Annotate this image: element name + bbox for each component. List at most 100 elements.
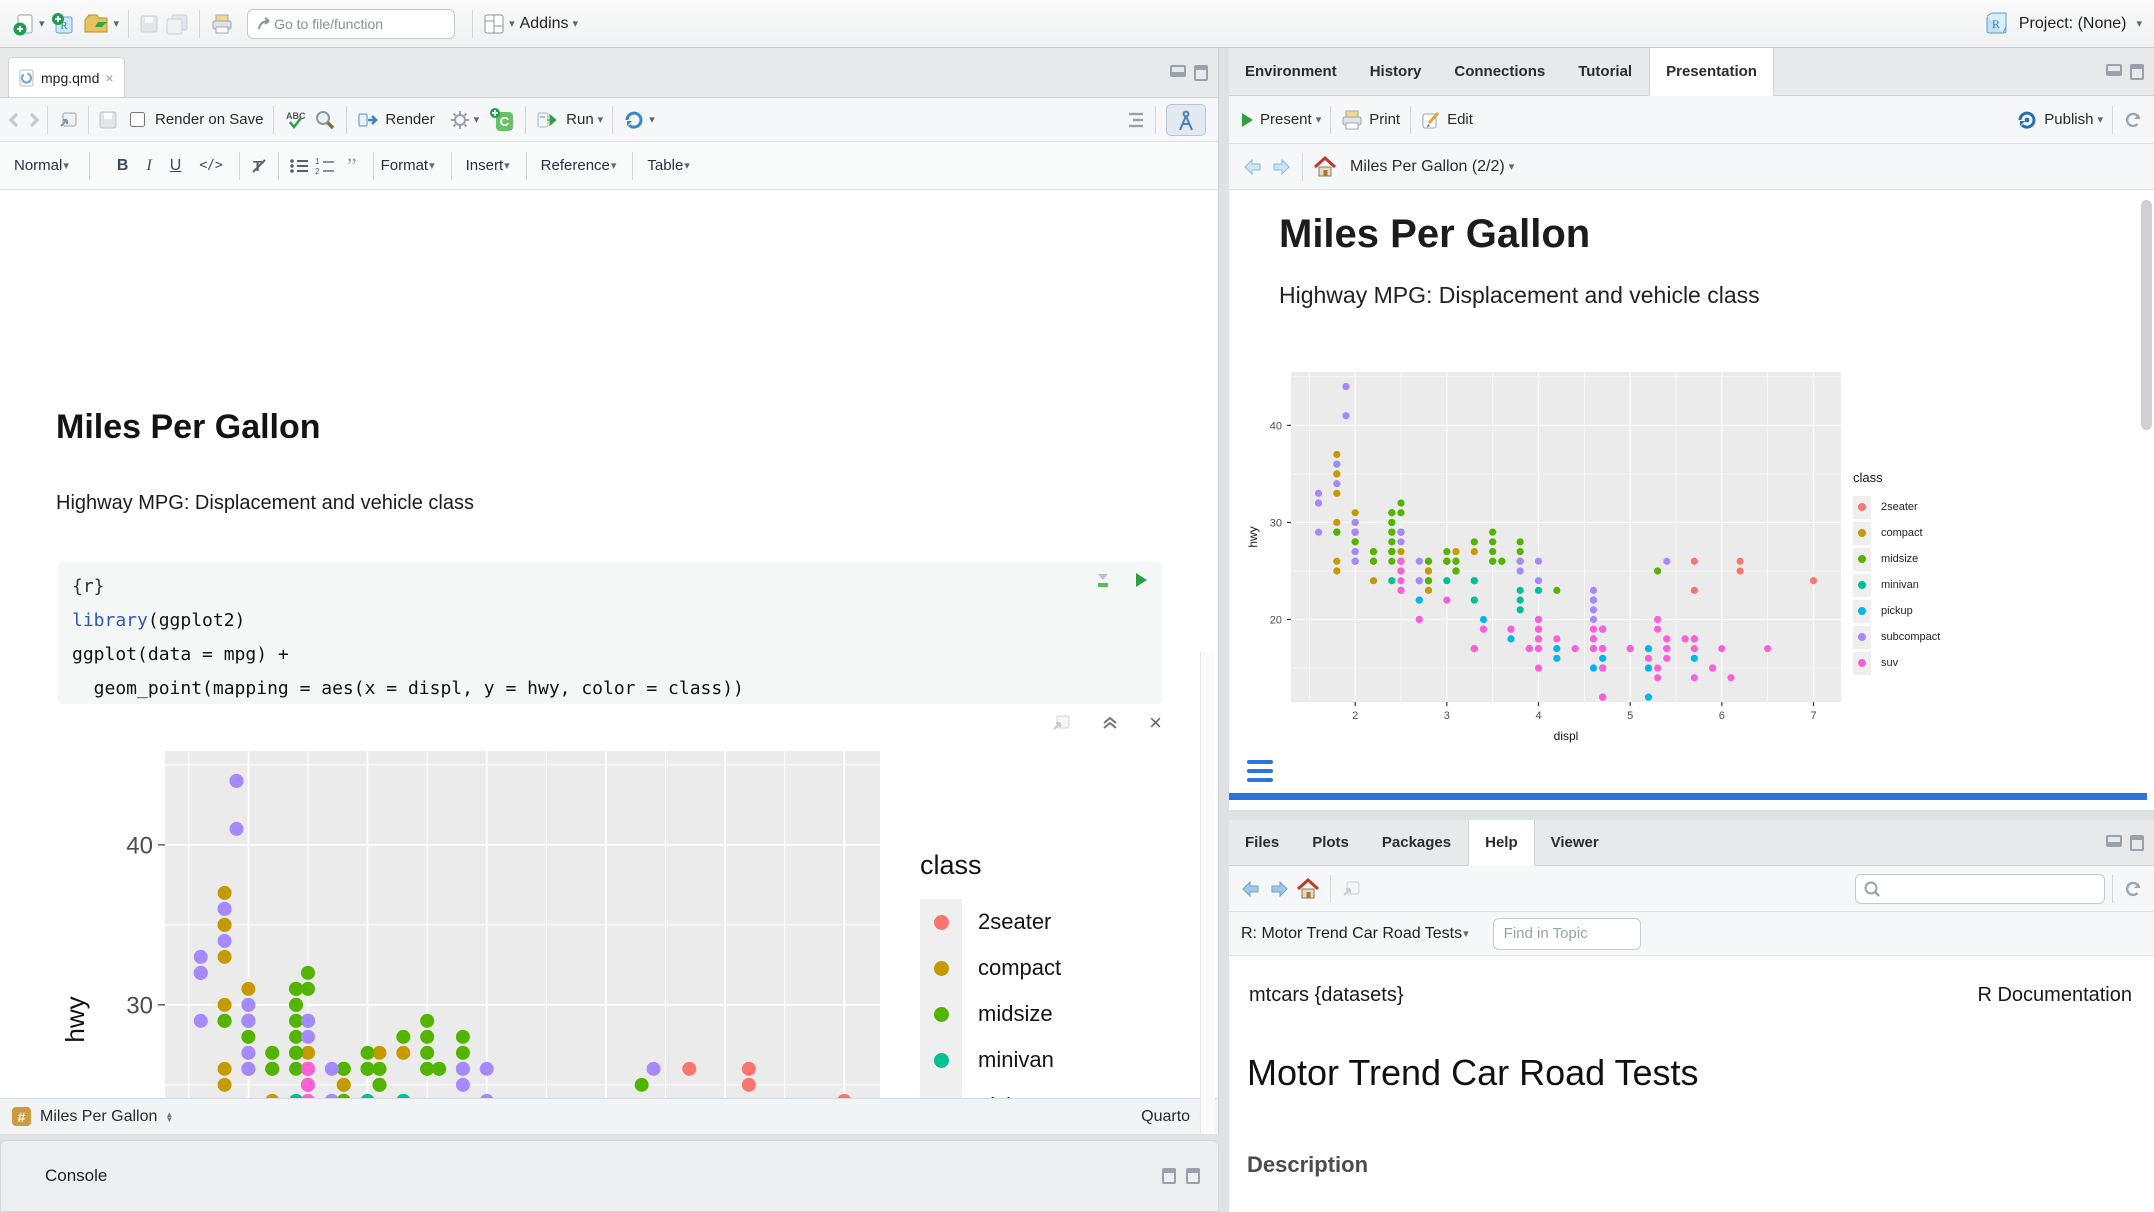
- output-collapse-icon[interactable]: [1101, 715, 1119, 731]
- print-icon[interactable]: [210, 9, 234, 39]
- present-caret[interactable]: ▾: [1316, 113, 1322, 126]
- help-topic-caret[interactable]: ▾: [1463, 927, 1469, 940]
- minimize-pane-icon[interactable]: [2106, 64, 2122, 76]
- popout-window-icon[interactable]: [58, 105, 78, 135]
- console-header[interactable]: Console: [1, 1141, 1218, 1211]
- tab-tutorial[interactable]: Tutorial: [1562, 48, 1649, 95]
- new-project-icon[interactable]: R: [50, 9, 76, 39]
- editor-scrollbar[interactable]: [1200, 652, 1215, 1134]
- present-icon[interactable]: [1240, 105, 1254, 135]
- presentation-scrollbar[interactable]: [2141, 200, 2152, 760]
- render-on-save-checkbox[interactable]: [130, 112, 145, 127]
- goto-file-search[interactable]: [247, 9, 455, 39]
- nav-forward-icon[interactable]: [1270, 152, 1292, 182]
- clear-formatting-icon[interactable]: T: [250, 151, 268, 181]
- run-chunk-icon[interactable]: [1134, 572, 1148, 590]
- addins-menu[interactable]: Addins: [520, 15, 569, 33]
- output-close-icon[interactable]: ×: [1149, 716, 1162, 730]
- insert-chunk-icon[interactable]: C: [489, 105, 515, 135]
- run-icon[interactable]: [536, 105, 560, 135]
- tab-help[interactable]: Help: [1468, 820, 1535, 866]
- project-menu[interactable]: R Project: (None) ▾: [1984, 11, 2144, 37]
- section-navigator[interactable]: Miles Per Gallon: [40, 1108, 157, 1126]
- gear-icon[interactable]: [450, 105, 470, 135]
- publish-icon[interactable]: [2016, 105, 2038, 135]
- tab-plots[interactable]: Plots: [1296, 820, 1366, 865]
- render-icon[interactable]: [357, 105, 379, 135]
- italic-button[interactable]: I: [146, 157, 151, 175]
- run-button[interactable]: Run: [566, 111, 594, 128]
- publish-button[interactable]: Publish: [2044, 111, 2093, 128]
- paragraph-style-select[interactable]: Normal: [14, 157, 62, 174]
- run-chunks-above-icon[interactable]: [1094, 572, 1112, 590]
- rerun-source-icon[interactable]: [623, 105, 645, 135]
- find-in-topic-input[interactable]: [1493, 918, 1641, 950]
- home-icon[interactable]: [1313, 152, 1337, 182]
- refresh-icon[interactable]: [2123, 105, 2143, 135]
- tab-mpg-qmd[interactable]: mpg.qmd ×: [8, 57, 125, 97]
- help-document[interactable]: mtcars {datasets} R Documentation Motor …: [1229, 956, 2154, 1212]
- output-popout-icon[interactable]: [1051, 714, 1071, 732]
- minimize-pane-icon[interactable]: [1170, 65, 1186, 77]
- run-caret[interactable]: ▾: [598, 113, 604, 126]
- tab-presentation[interactable]: Presentation: [1649, 48, 1774, 96]
- help-topic-selector[interactable]: R: Motor Trend Car Road Tests: [1241, 925, 1462, 943]
- bullet-list-icon[interactable]: [289, 151, 309, 181]
- present-button[interactable]: Present: [1260, 111, 1312, 128]
- tab-close-icon[interactable]: ×: [105, 70, 113, 86]
- help-popout-icon[interactable]: [1341, 874, 1361, 904]
- maximize-pane-icon[interactable]: [2130, 64, 2144, 80]
- render-button[interactable]: Render: [385, 111, 434, 128]
- help-back-icon[interactable]: [1240, 874, 1262, 904]
- help-home-icon[interactable]: [1296, 874, 1320, 904]
- insert-menu[interactable]: Insert: [466, 157, 504, 174]
- tab-packages[interactable]: Packages: [1366, 820, 1468, 865]
- panes-layout-icon[interactable]: [483, 9, 505, 39]
- visual-editor-toggle[interactable]: [1166, 104, 1206, 136]
- section-nav-arrows-icon[interactable]: ▲▼: [165, 1112, 173, 1122]
- tab-files[interactable]: Files: [1229, 820, 1296, 865]
- insert-menu-caret[interactable]: ▾: [504, 159, 510, 172]
- tab-environment[interactable]: Environment: [1229, 48, 1354, 95]
- doc-mode-selector[interactable]: Quarto: [1141, 1108, 1190, 1126]
- slide-navigator[interactable]: Miles Per Gallon (2/2): [1350, 158, 1505, 176]
- minimize-pane-icon[interactable]: [2106, 835, 2122, 847]
- visual-editor-document[interactable]: Miles Per Gallon Highway MPG: Displaceme…: [0, 190, 1218, 1098]
- spellcheck-icon[interactable]: ABC: [284, 105, 308, 135]
- print-button[interactable]: Print: [1369, 111, 1400, 128]
- publish-caret[interactable]: ▾: [2097, 113, 2103, 126]
- table-menu[interactable]: Table: [647, 157, 683, 174]
- maximize-pane-icon[interactable]: [2130, 835, 2144, 851]
- numbered-list-icon[interactable]: 12: [315, 151, 335, 181]
- rerun-caret[interactable]: ▾: [649, 113, 655, 126]
- console-popout-icon[interactable]: [1162, 1168, 1176, 1184]
- save-icon[interactable]: [99, 105, 117, 135]
- addins-caret[interactable]: ▾: [573, 17, 579, 30]
- format-menu-caret[interactable]: ▾: [429, 159, 435, 172]
- slide-navigator-caret[interactable]: ▾: [1509, 160, 1515, 173]
- console-maximize-icon[interactable]: [1186, 1168, 1200, 1184]
- help-search-input[interactable]: [1887, 881, 2087, 897]
- find-replace-icon[interactable]: [314, 105, 336, 135]
- tab-history[interactable]: History: [1354, 48, 1439, 95]
- panes-layout-caret[interactable]: ▾: [509, 17, 515, 30]
- help-search-box[interactable]: [1855, 874, 2105, 904]
- tab-connections[interactable]: Connections: [1438, 48, 1562, 95]
- underline-button[interactable]: U: [170, 157, 182, 175]
- outline-toggle-icon[interactable]: [1125, 105, 1145, 135]
- print-icon[interactable]: [1341, 105, 1363, 135]
- back-icon[interactable]: [11, 105, 21, 135]
- blockquote-icon[interactable]: ”: [347, 161, 357, 171]
- help-refresh-icon[interactable]: [2123, 874, 2143, 904]
- tab-viewer[interactable]: Viewer: [1535, 820, 1616, 865]
- slide-menu-icon[interactable]: [1247, 760, 1273, 782]
- reference-menu[interactable]: Reference: [541, 157, 610, 174]
- r-code-chunk[interactable]: {r} library(ggplot2) ggplot(data = mpg) …: [58, 562, 1162, 704]
- code-button[interactable]: </>: [199, 158, 222, 173]
- bold-button[interactable]: B: [117, 157, 129, 175]
- table-menu-caret[interactable]: ▾: [684, 159, 690, 172]
- render-settings-caret[interactable]: ▾: [474, 113, 480, 126]
- open-file-caret[interactable]: ▾: [114, 17, 120, 30]
- nav-back-icon[interactable]: [1242, 152, 1264, 182]
- edit-button[interactable]: Edit: [1447, 111, 1473, 128]
